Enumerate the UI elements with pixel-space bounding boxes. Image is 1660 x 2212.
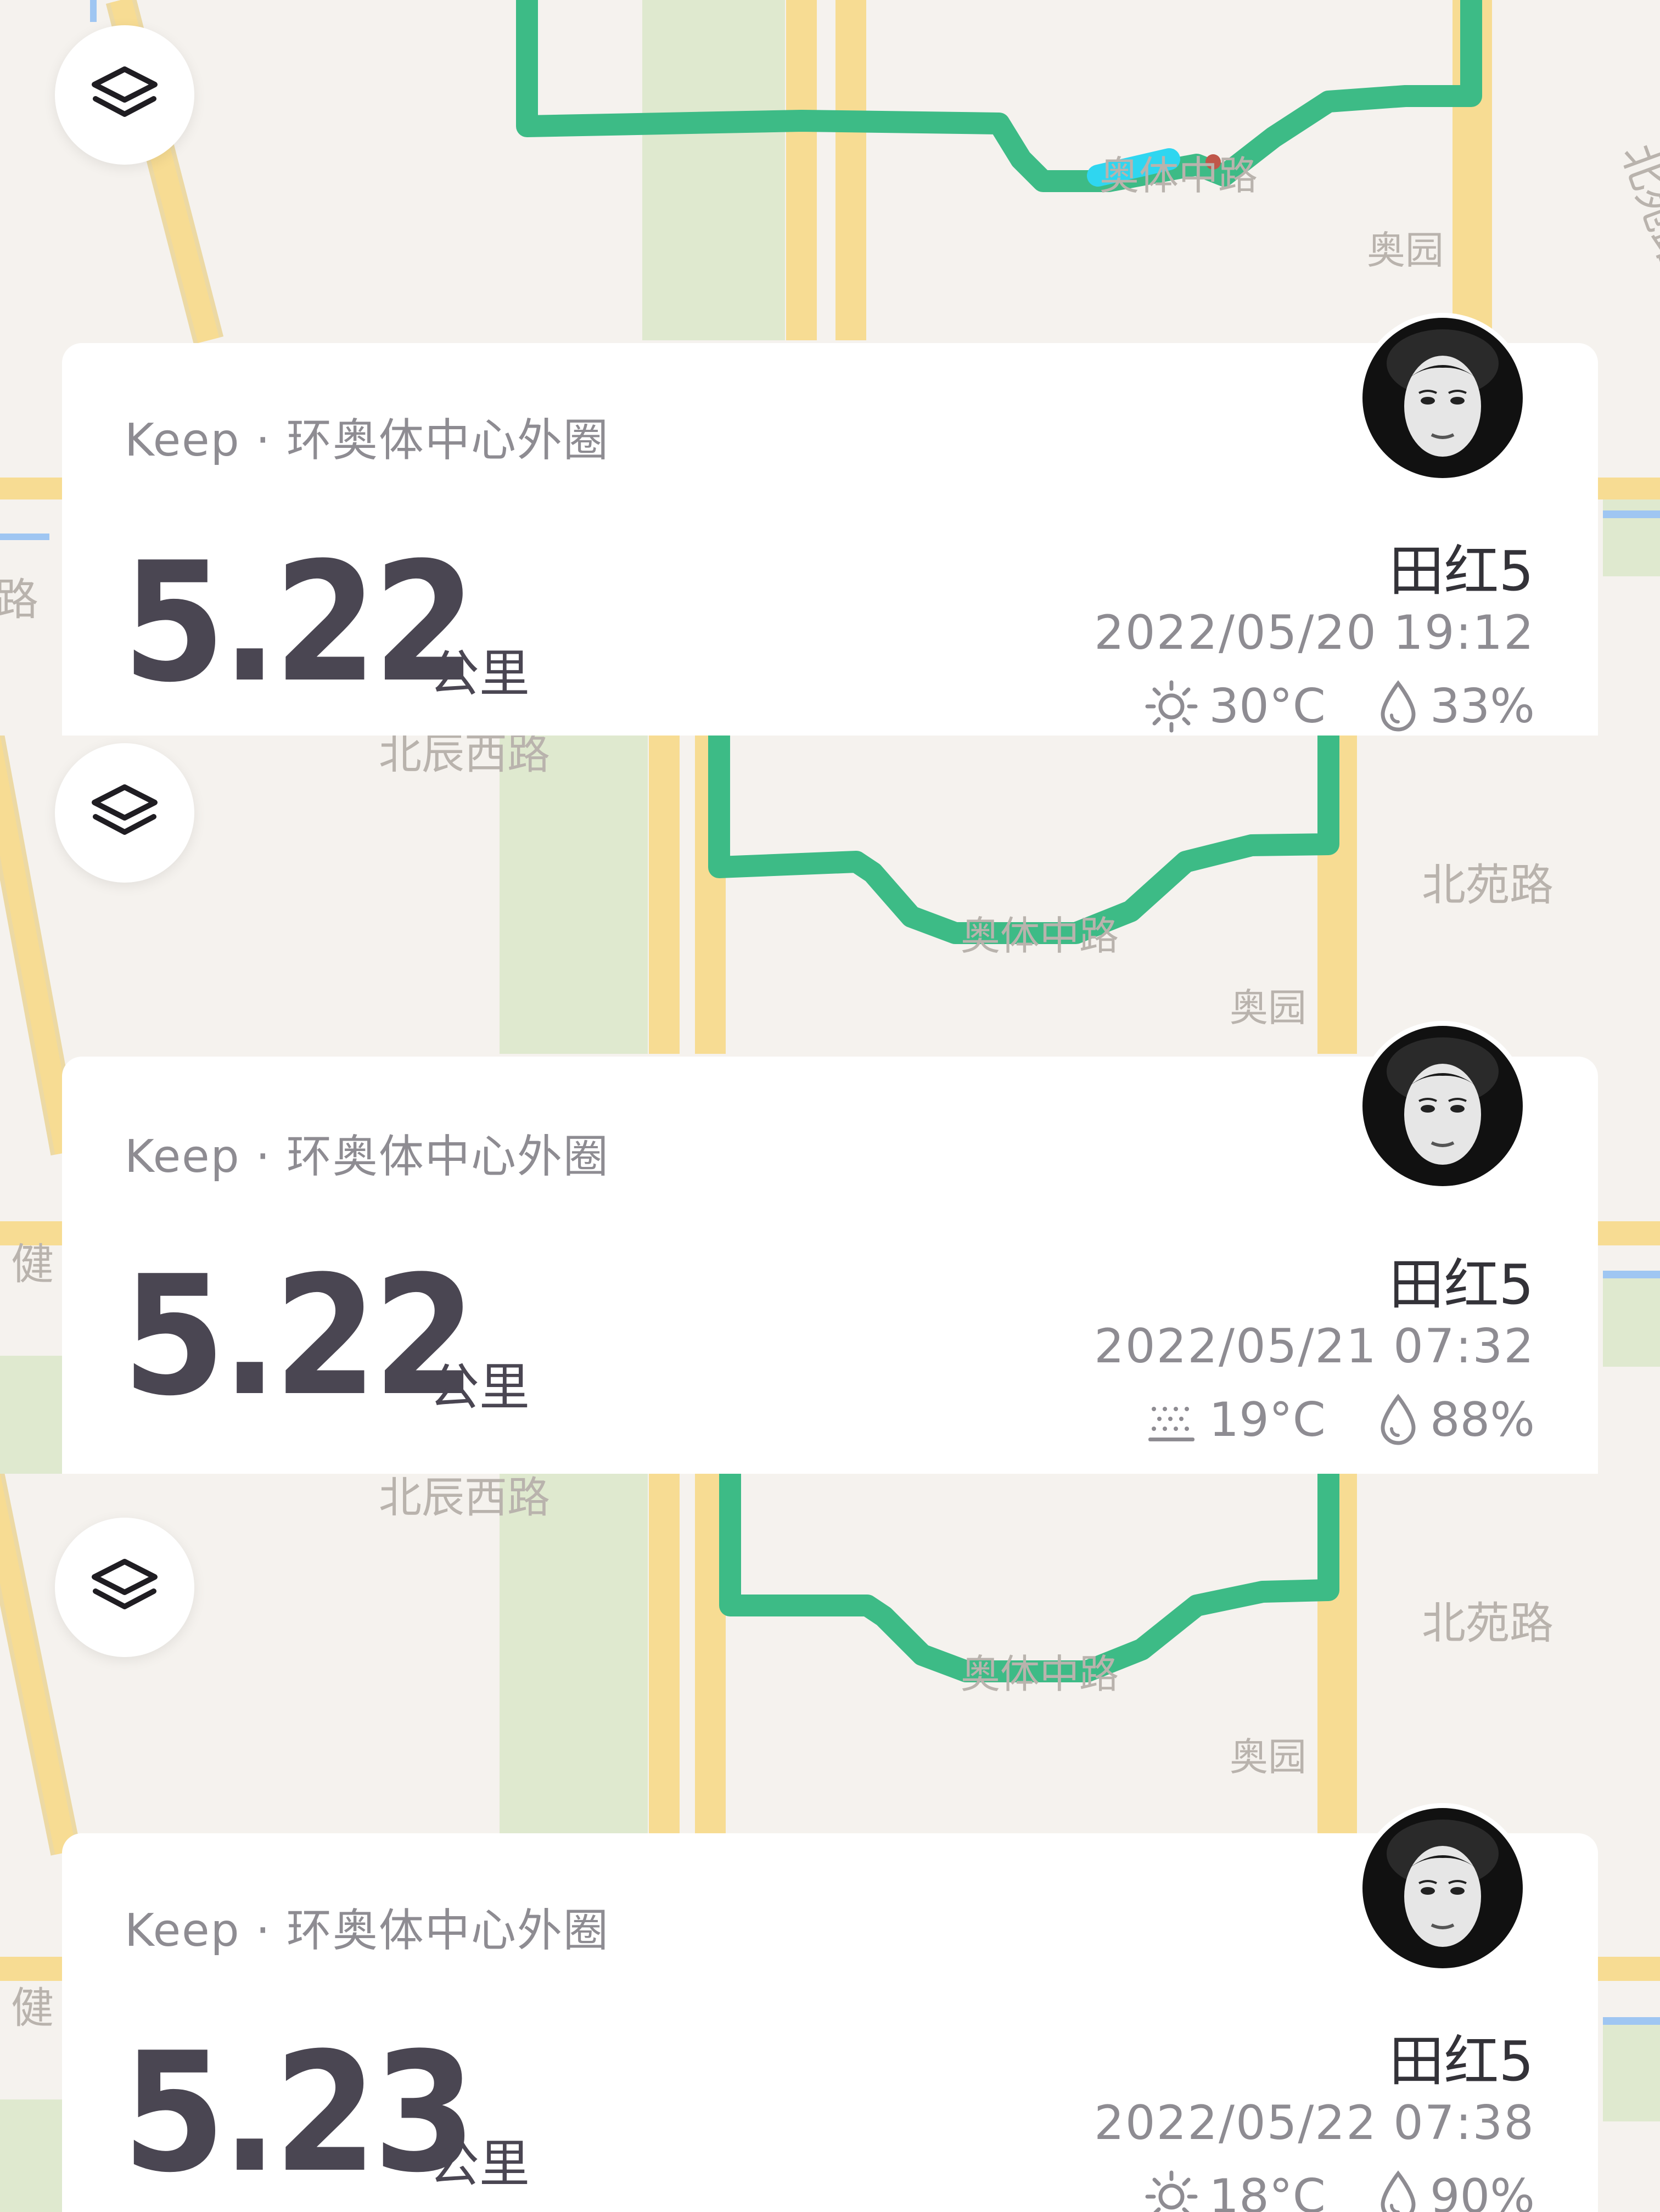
activity-source: Keep · 环奥体中心外圈 [125,1905,609,1957]
user-name: 田红5 [1389,539,1534,603]
distance-unit: 公里 [429,2135,530,2193]
sun-icon [1145,680,1198,733]
weather-info: 30°C 33% [1144,679,1535,734]
map-road-label: 北苑路 [1422,1598,1554,1649]
map-layers-button[interactable] [55,1518,194,1657]
distance-unit: 公里 [429,1358,530,1417]
humidity: 88% [1429,1393,1535,1447]
activity-panel-1: 奥体中路 北苑路 奥园 路 Keep · 环奥体中心外圈 5.22 公里 田红5… [0,0,1660,736]
temperature: 18°C [1209,2169,1326,2212]
humidity-icon [1381,680,1416,732]
humidity: 33% [1429,679,1535,734]
avatar[interactable] [1358,1803,1528,1973]
avatar[interactable] [1358,1021,1528,1191]
humidity: 90% [1429,2169,1535,2212]
map-road-label: 健 [11,1240,54,1289]
map-road-label: 北辰西路 [379,1474,550,1523]
map-road-label: 北辰西路 [379,736,550,779]
activity-datetime: 2022/05/22 07:38 [1094,2096,1535,2151]
distance-value: 5.22 [122,527,476,718]
distance-unit: 公里 [429,644,530,703]
map-layers-button[interactable] [55,743,194,883]
sun-icon [1145,2170,1198,2212]
activity-datetime: 2022/05/20 19:12 [1094,605,1535,660]
user-name: 田红5 [1389,1253,1534,1317]
avatar[interactable] [1358,313,1528,483]
activity-source: Keep · 环奥体中心外圈 [125,414,609,467]
weather-info: 19°C 88% [1144,1393,1535,1447]
map-road-label: 奥园 [1230,985,1306,1030]
map-road-label: 奥园 [1367,228,1444,273]
map-road-label: 奥体中路 [961,1651,1119,1697]
map-road-label: 健 [11,1984,54,2033]
layers-icon [92,66,158,117]
map-road-label: 奥体中路 [961,913,1119,959]
distance-value: 5.23 [122,2017,476,2209]
humidity-icon [1381,1394,1416,1445]
layers-icon [92,784,158,835]
user-name: 田红5 [1389,2029,1534,2093]
temperature: 19°C [1209,1393,1326,1447]
activity-panel-2: 北辰西路 奥体中路 北苑路 奥园 健 Keep · 环奥体中心外圈 5.22 公… [0,736,1660,1474]
weather-info: 18°C 90% [1144,2169,1535,2212]
activity-panel-3: 北辰西路 奥体中路 北苑路 奥园 健 Keep · 环奥体中心外圈 5.23 公… [0,1474,1660,2212]
map-road-label: 奥体中路 [1100,153,1258,199]
map-road-label: 北苑路 [1422,860,1554,911]
temperature: 30°C [1209,679,1326,734]
activity-datetime: 2022/05/21 07:32 [1094,1319,1535,1374]
activity-source: Keep · 环奥体中心外圈 [125,1131,609,1183]
map-road-label: 奥园 [1230,1734,1306,1779]
map-layers-button[interactable] [55,25,194,165]
layers-icon [92,1559,158,1609]
humidity-icon [1381,2170,1416,2212]
haze-icon [1148,1407,1195,1441]
distance-value: 5.22 [122,1240,476,1432]
map-road-label: 路 [0,574,38,625]
